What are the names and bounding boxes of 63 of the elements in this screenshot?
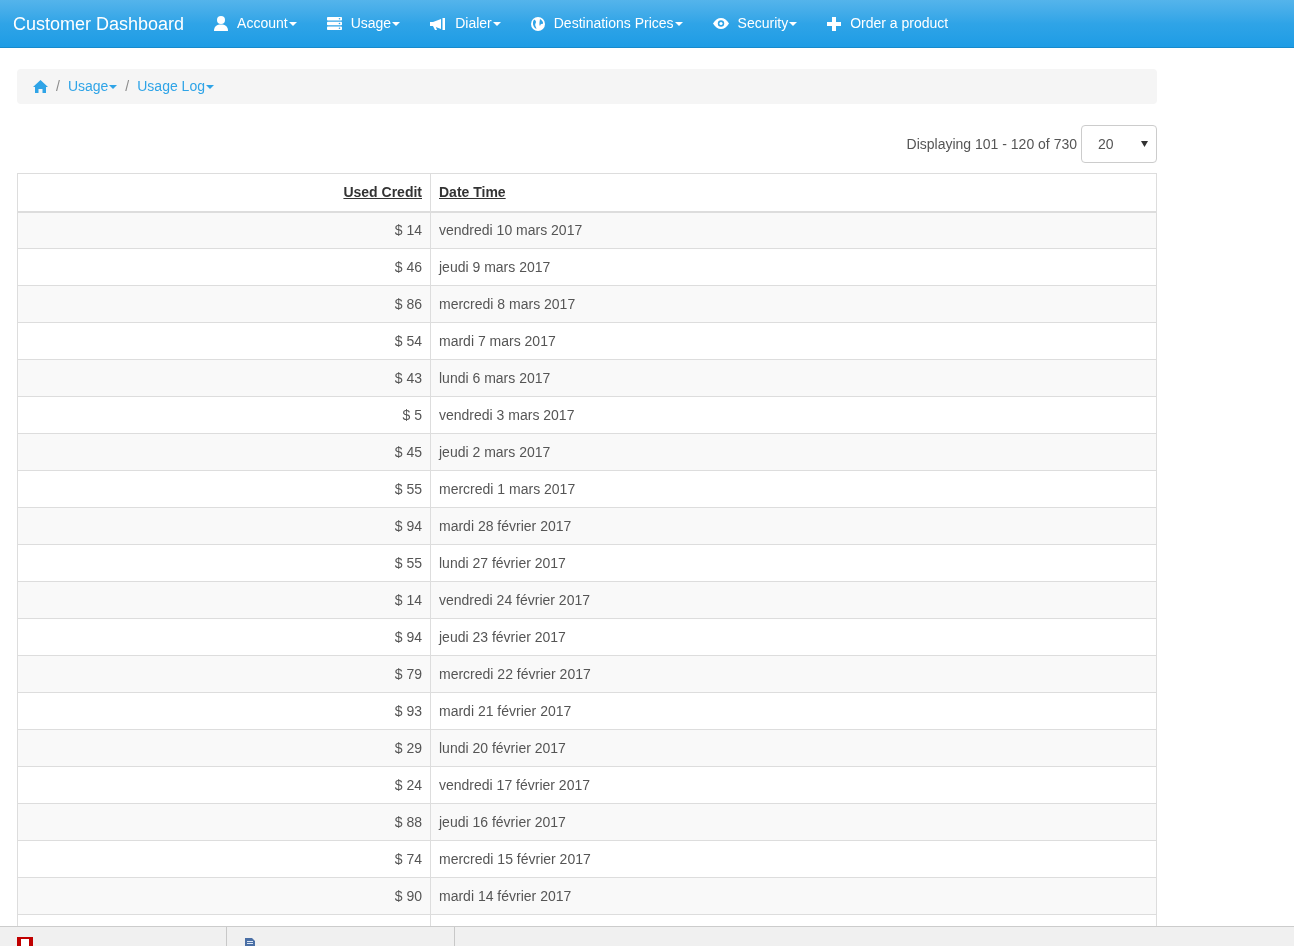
document-icon xyxy=(244,938,256,946)
nav-menu-item[interactable]: Dialer xyxy=(415,0,516,48)
nav-menu-item[interactable]: Destinations Prices xyxy=(515,0,698,48)
table-cell: jeudi 16 février 2017 xyxy=(430,803,1157,841)
breadcrumb-link[interactable]: Usage xyxy=(67,76,118,97)
table-cell: $ 5 xyxy=(17,396,431,434)
pagination-summary: Displaying 101 - 120 of 730 xyxy=(906,135,1077,154)
table-cell: $ 46 xyxy=(17,248,431,286)
table-cell: mardi 28 février 2017 xyxy=(430,507,1157,545)
breadcrumb-link[interactable]: Usage Log xyxy=(137,76,214,97)
table-cell: $ 88 xyxy=(17,803,431,841)
nav-menu-item[interactable]: Usage xyxy=(311,0,416,48)
table-cell: lundi 27 février 2017 xyxy=(430,544,1157,582)
nav-menu-item[interactable]: Security xyxy=(697,0,813,48)
table-cell: $ 43 xyxy=(17,359,431,397)
megaphone-icon xyxy=(430,17,447,30)
plus-icon xyxy=(827,16,842,31)
user-icon xyxy=(214,16,229,31)
table-cell: $ 55 xyxy=(17,470,431,508)
nav-menu-item[interactable]: Order a product xyxy=(812,0,964,48)
table-cell: mercredi 1 mars 2017 xyxy=(430,470,1157,508)
sort-link[interactable]: Date Time xyxy=(439,183,506,200)
table-cell: $ 14 xyxy=(17,211,431,249)
table-cell: $ 55 xyxy=(17,544,431,582)
table-cell: mercredi 15 février 2017 xyxy=(430,840,1157,878)
table-cell: jeudi 2 mars 2017 xyxy=(430,433,1157,471)
table-cell: $ 86 xyxy=(17,285,431,323)
breadcrumb-separator: / xyxy=(55,77,61,96)
table-cell: $ 93 xyxy=(17,692,431,730)
breadcrumb-separator: / xyxy=(124,77,131,96)
table-cell: vendredi 24 février 2017 xyxy=(430,581,1157,619)
table-cell: vendredi 10 mars 2017 xyxy=(430,211,1157,249)
table-cell: vendredi 3 mars 2017 xyxy=(430,396,1157,434)
table-cell: jeudi 23 février 2017 xyxy=(430,618,1157,656)
table-cell: $ 94 xyxy=(17,507,431,545)
table-cell: mardi 14 février 2017 xyxy=(430,877,1157,915)
table-cell: $ 24 xyxy=(17,766,431,804)
table-cell: mardi 21 février 2017 xyxy=(430,692,1157,730)
table-cell: $ 45 xyxy=(17,433,431,471)
table-cell: lundi 6 mars 2017 xyxy=(430,359,1157,397)
nav-menu-item[interactable]: Account xyxy=(199,0,312,48)
eye-icon xyxy=(712,18,729,29)
table-cell: $ 54 xyxy=(17,322,431,360)
table-cell: mercredi 8 mars 2017 xyxy=(430,285,1157,323)
table-cell: $ 90 xyxy=(17,877,431,915)
sort-link[interactable]: Used Credit xyxy=(343,183,422,200)
home-icon[interactable] xyxy=(33,80,48,93)
table-cell: $ 94 xyxy=(17,618,431,656)
table-cell: $ 29 xyxy=(17,729,431,767)
table-cell: jeudi 9 mars 2017 xyxy=(430,248,1157,286)
table-cell: vendredi 17 février 2017 xyxy=(430,766,1157,804)
table-cell: $ 14 xyxy=(17,581,431,619)
file-icon xyxy=(17,937,33,946)
caret-icon xyxy=(1141,141,1148,147)
table-cell: $ 79 xyxy=(17,655,431,693)
globe-icon xyxy=(530,16,545,31)
server-icon xyxy=(326,17,342,30)
table-cell: mardi 7 mars 2017 xyxy=(430,322,1157,360)
table-cell: $ 74 xyxy=(17,840,431,878)
table-cell: lundi 20 février 2017 xyxy=(430,729,1157,767)
table-cell: mercredi 22 février 2017 xyxy=(430,655,1157,693)
page-size-select[interactable]: 20 xyxy=(1081,125,1157,163)
brand-link[interactable]: Customer Dashboard xyxy=(0,13,200,34)
